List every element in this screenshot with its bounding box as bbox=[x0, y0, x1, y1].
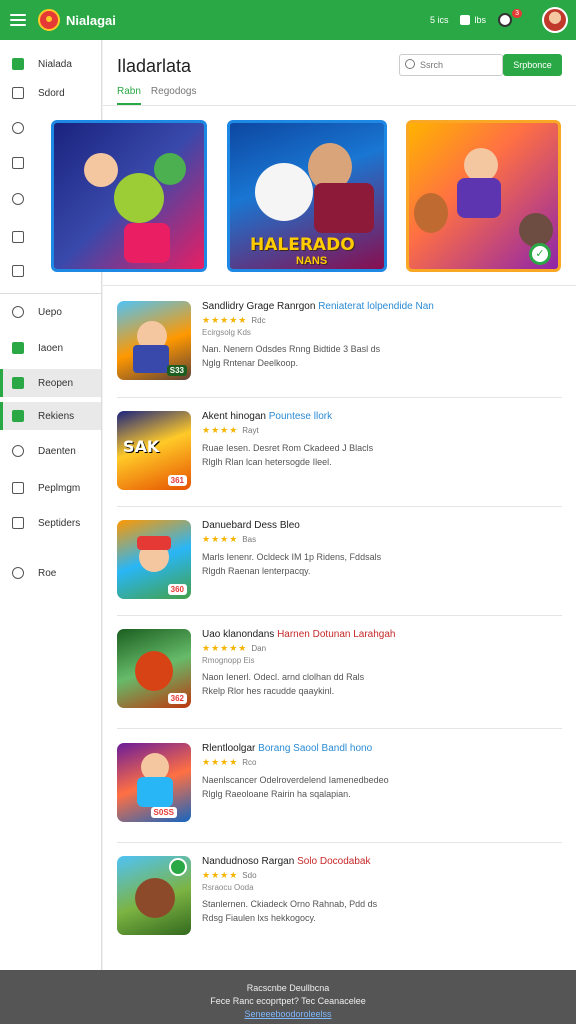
sidebar-item-daenten[interactable]: Daenten bbox=[0, 437, 101, 465]
shield-icon bbox=[12, 445, 24, 457]
sidebar-item-septiders[interactable]: Septiders bbox=[0, 509, 101, 537]
sidebar-item-roe[interactable]: Roe bbox=[0, 559, 101, 587]
row-divider bbox=[117, 397, 562, 398]
upload-icon bbox=[12, 265, 24, 277]
card-icon bbox=[12, 482, 24, 494]
list-item[interactable]: SAK 361 Akent hinogan Pountese llork ★★★… bbox=[117, 411, 561, 495]
clock-icon bbox=[12, 122, 24, 134]
star-rating: ★★★★ Rco bbox=[202, 757, 257, 767]
search-icon bbox=[405, 59, 415, 69]
avatar[interactable] bbox=[542, 7, 568, 33]
tab-regodogs[interactable]: Regodogs bbox=[151, 86, 197, 105]
game-title: Sandlidry Grage Ranrgon Reniaterat lolpe… bbox=[202, 301, 434, 312]
link-icon bbox=[12, 306, 24, 318]
list-divider bbox=[103, 285, 576, 286]
tag-icon bbox=[12, 193, 24, 205]
game-title: Danuebard Dess Bleo bbox=[202, 520, 300, 531]
notification-badge: 3 bbox=[512, 9, 522, 18]
list-item[interactable]: 360 Danuebard Dess Bleo ★★★★ Bas Marls Ie… bbox=[117, 520, 561, 604]
top-bar: Nialagai 5 ics lbs 3 bbox=[0, 0, 576, 40]
tab-rabn[interactable]: Rabn bbox=[117, 86, 141, 105]
bell-icon bbox=[498, 13, 512, 27]
row-divider bbox=[117, 728, 562, 729]
app-logo bbox=[38, 9, 60, 31]
star-rating: ★★★★ Rayt bbox=[202, 425, 259, 435]
featured-banner-3[interactable]: ✓ bbox=[406, 120, 561, 272]
sidebar-item-calendar[interactable]: Sdord bbox=[0, 79, 101, 107]
tab-underline bbox=[103, 105, 576, 106]
footer-text: Fece Ranc ecoprtpet? Tec Ceanacelee bbox=[210, 996, 366, 1006]
sidebar-item-peplmgm[interactable]: Peplmgm bbox=[0, 474, 101, 502]
sidebar-item-iaoen[interactable]: Iaoen bbox=[0, 334, 101, 362]
notifications-button[interactable]: 3 bbox=[498, 9, 522, 27]
game-thumbnail: S0SS bbox=[117, 743, 191, 822]
game-description: Naon Ienerl. Odecl. arnd clolhan dd Rals… bbox=[202, 672, 365, 696]
game-thumbnail: S33 bbox=[117, 301, 191, 380]
badge-icon bbox=[12, 410, 24, 422]
row-divider bbox=[117, 506, 562, 507]
footer: Racscnbe Deullbcna Fece Ranc ecoprtpet? … bbox=[0, 970, 576, 1024]
calendar-icon bbox=[12, 87, 24, 99]
sidebar-item-rekiens[interactable]: Rekiens bbox=[0, 402, 101, 430]
main-content: Iladarlata Srpbonce Rabn Regodogs HALERA… bbox=[51, 40, 576, 970]
game-title: Nandudnoso Rargan Solo Docodabak bbox=[202, 856, 371, 867]
game-description: Nan. Nenern Odsdes Rnng Bidtide 3 Basl d… bbox=[202, 344, 381, 368]
topbar-link-2[interactable]: lbs bbox=[460, 15, 486, 25]
search-button[interactable]: Srpbonce bbox=[503, 54, 562, 76]
grid-icon bbox=[12, 157, 24, 169]
game-description: Ruae Iesen. Desret Rom Ckadeed J Blacls R… bbox=[202, 443, 374, 467]
game-title: Akent hinogan Pountese llork bbox=[202, 411, 333, 422]
game-description: Naenlscancer Odelroverdelend Iamenedbede… bbox=[202, 775, 389, 799]
star-rating: ★★★★★ Dan bbox=[202, 643, 267, 653]
sidebar-item-reopen[interactable]: Reopen bbox=[0, 369, 101, 397]
sidebar-item-home[interactable]: Nialada bbox=[0, 50, 101, 78]
app-name: Nialagai bbox=[66, 12, 116, 28]
check-icon: ✓ bbox=[529, 243, 551, 265]
game-thumbnail: 360 bbox=[117, 520, 191, 599]
page-title: Iladarlata bbox=[117, 56, 192, 76]
list-item[interactable]: 362 Uao klanondans Harnen Dotunan Larahg… bbox=[117, 629, 561, 713]
chart-icon bbox=[12, 231, 24, 243]
star-rating: ★★★★ Bas bbox=[202, 534, 257, 544]
sidebar-item-uepo[interactable]: Uepo bbox=[0, 298, 101, 326]
featured-banner-2[interactable]: HALERADO NANS bbox=[227, 120, 387, 272]
game-description: Stanlernen. Ckiadeck Orno Rahnab, Pdd ds… bbox=[202, 899, 378, 923]
banner-subtitle: NANS bbox=[296, 255, 328, 267]
list-item[interactable]: S0SS Rlentloolgar Borang Saool Bandl hon… bbox=[117, 743, 561, 827]
menu-icon[interactable] bbox=[10, 14, 26, 26]
tile-icon bbox=[12, 342, 24, 354]
doc-icon bbox=[12, 377, 24, 389]
star-rating: ★★★★★ Rdc bbox=[202, 315, 266, 325]
sidebar-divider bbox=[0, 293, 101, 294]
list-item[interactable]: Nandudnoso Rargan Solo Docodabak ★★★★ Sdo… bbox=[117, 856, 561, 940]
game-thumbnail: SAK 361 bbox=[117, 411, 191, 490]
row-divider bbox=[117, 842, 562, 843]
chat-icon bbox=[12, 517, 24, 529]
row-divider bbox=[117, 615, 562, 616]
game-thumbnail: 362 bbox=[117, 629, 191, 708]
featured-banner-1[interactable] bbox=[51, 120, 207, 272]
tab-bar: Rabn Regodogs bbox=[117, 86, 197, 105]
home-icon bbox=[12, 58, 24, 70]
topbar-link-1[interactable]: 5 ics bbox=[430, 15, 449, 25]
banner-title: HALERADO bbox=[250, 235, 355, 255]
game-title: Rlentloolgar Borang Saool Bandl hono bbox=[202, 743, 373, 754]
star-rating: ★★★★ Sdo bbox=[202, 870, 257, 880]
help-icon bbox=[12, 567, 24, 579]
game-description: Marls Ienenr. Ocldeck IM 1p Ridens, Fdds… bbox=[202, 552, 382, 576]
game-title: Uao klanondans Harnen Dotunan Larahgah bbox=[202, 629, 396, 640]
grid-icon bbox=[460, 15, 471, 25]
list-item[interactable]: S33 Sandlidry Grage Ranrgon Reniaterat l… bbox=[117, 301, 561, 385]
footer-title: Racscnbe Deullbcna bbox=[246, 983, 330, 993]
game-thumbnail bbox=[117, 856, 191, 935]
footer-link[interactable]: Seneeeboodoroleelss bbox=[0, 1008, 576, 1021]
